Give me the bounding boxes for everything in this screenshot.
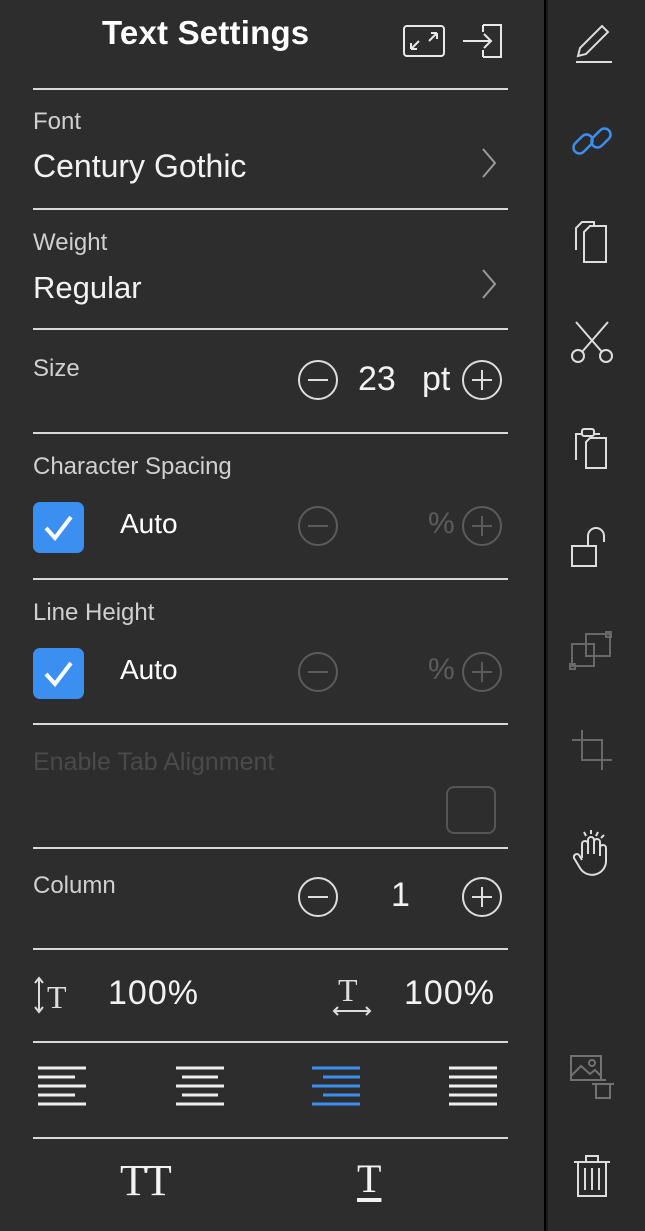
horizontal-scale-value[interactable]: 100% (404, 974, 495, 1013)
vertical-scale-icon: T (33, 975, 77, 1015)
tool-rail (546, 0, 645, 1231)
line-height-label: Line Height (33, 599, 155, 626)
svg-text:T: T (338, 972, 358, 1008)
column-value: 1 (391, 876, 410, 914)
font-label: Font (33, 108, 82, 135)
size-unit: pt (422, 360, 451, 398)
line-height-unit: % (428, 653, 455, 686)
underline-label: T (357, 1156, 382, 1201)
collapse-icon[interactable] (403, 25, 445, 57)
divider (33, 578, 508, 580)
hand-icon[interactable] (568, 830, 616, 878)
trash-icon[interactable] (568, 1152, 616, 1200)
font-value: Century Gothic (33, 148, 247, 184)
column-decrease-button[interactable] (296, 875, 340, 919)
character-spacing-auto-checkbox[interactable] (33, 502, 84, 553)
divider (33, 1137, 508, 1139)
weight-value: Regular (33, 270, 142, 305)
copy-icon[interactable] (568, 218, 616, 266)
character-spacing-increase-button[interactable] (460, 504, 504, 548)
tab-alignment-label: Enable Tab Alignment (33, 748, 275, 776)
align-center-button[interactable] (175, 1064, 225, 1110)
size-value: 23 (358, 360, 396, 398)
text-settings-panel: Text Settings Font Century Gothic Weight… (0, 0, 544, 1231)
exit-icon[interactable] (461, 23, 503, 59)
size-label: Size (33, 355, 80, 382)
size-increase-button[interactable] (460, 358, 504, 402)
character-spacing-unit: % (428, 507, 455, 540)
divider (33, 1041, 508, 1043)
align-right-button[interactable] (311, 1064, 361, 1110)
line-height-auto-checkbox[interactable] (33, 648, 84, 699)
all-caps-button[interactable]: TT (120, 1155, 172, 1206)
tab-alignment-checkbox[interactable] (446, 786, 496, 834)
vertical-scale-value[interactable]: 100% (108, 974, 199, 1013)
horizontal-scale-icon: T (332, 971, 372, 1019)
align-justify-button[interactable] (448, 1064, 498, 1110)
divider (33, 432, 508, 434)
svg-text:T: T (47, 979, 67, 1015)
paste-icon[interactable] (568, 424, 616, 472)
character-spacing-label: Character Spacing (33, 453, 232, 480)
weight-label: Weight (33, 229, 108, 256)
pencil-icon[interactable] (568, 20, 616, 68)
character-spacing-decrease-button[interactable] (296, 504, 340, 548)
divider (33, 948, 508, 950)
line-height-increase-button[interactable] (460, 650, 504, 694)
weight-row[interactable]: Weight Regular (0, 210, 544, 328)
line-height-auto-label: Auto (120, 654, 178, 685)
divider (33, 847, 508, 849)
scissors-icon[interactable] (568, 318, 616, 366)
chevron-right-icon (478, 267, 500, 301)
column-increase-button[interactable] (460, 875, 504, 919)
divider (33, 723, 508, 725)
delete-image-icon[interactable] (568, 1052, 616, 1100)
group-icon[interactable] (568, 628, 616, 676)
crop-icon[interactable] (568, 726, 616, 774)
character-spacing-auto-label: Auto (120, 508, 178, 539)
line-height-decrease-button[interactable] (296, 650, 340, 694)
link-icon[interactable] (568, 118, 616, 166)
size-decrease-button[interactable] (296, 358, 340, 402)
underline-button[interactable]: T (357, 1155, 381, 1202)
divider (33, 328, 508, 330)
column-label: Column (33, 872, 116, 899)
font-row[interactable]: Font Century Gothic (0, 90, 544, 208)
panel-title: Text Settings (102, 14, 310, 51)
unlock-icon[interactable] (568, 524, 616, 572)
all-caps-label: TT (120, 1156, 172, 1205)
align-left-button[interactable] (37, 1064, 87, 1110)
chevron-right-icon (478, 146, 500, 180)
